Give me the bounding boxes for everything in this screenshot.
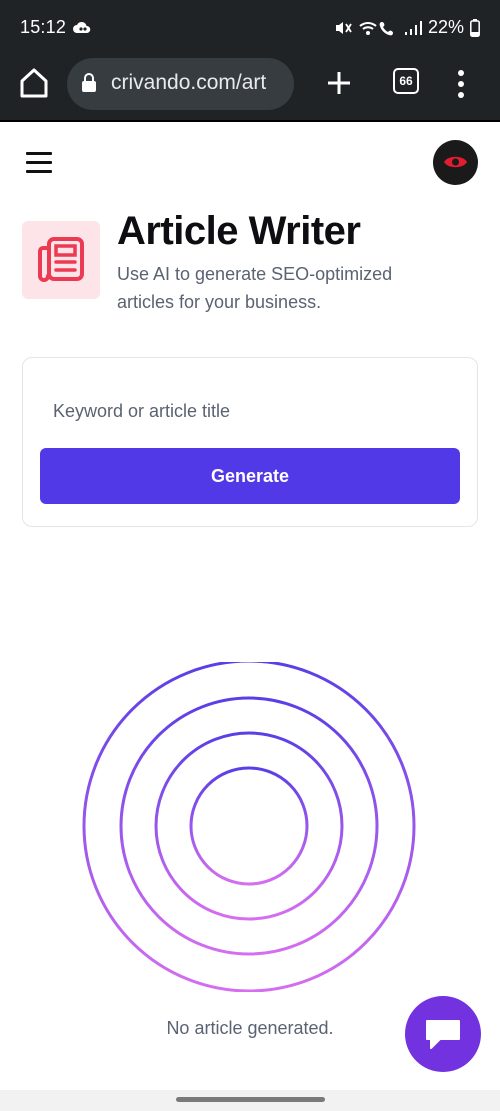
avatar[interactable] — [433, 140, 478, 185]
mute-icon — [334, 19, 352, 37]
home-button[interactable] — [18, 66, 50, 100]
wifi-call-icon — [358, 19, 398, 37]
system-nav-bar — [0, 1090, 500, 1111]
ring-outer — [82, 662, 416, 992]
browser-toolbar: crivando.com/art 66 — [0, 58, 500, 122]
battery-icon — [470, 18, 480, 37]
newspaper-icon — [38, 237, 84, 282]
empty-state-illustration — [82, 662, 416, 992]
generate-form: Generate — [22, 357, 478, 527]
tab-switcher-button[interactable]: 66 — [393, 68, 419, 94]
home-gesture-handle[interactable] — [176, 1097, 325, 1102]
ring-3 — [154, 731, 344, 921]
hamburger-icon[interactable] — [26, 152, 52, 174]
eye-icon — [444, 156, 467, 168]
url-bar[interactable]: crivando.com/art — [67, 58, 294, 110]
status-bar: 15:12 22% — [0, 0, 500, 58]
page-subtitle: Use AI to generate SEO-optimized article… — [117, 264, 393, 312]
generate-button[interactable]: Generate — [40, 448, 460, 504]
status-time: 15:12 — [20, 17, 67, 37]
page-title: Article Writer — [117, 209, 361, 253]
status-icons: 22% — [334, 17, 480, 38]
more-menu-button[interactable] — [450, 67, 472, 101]
battery-text: 22% — [427, 17, 464, 37]
home-icon — [20, 68, 48, 98]
ring-2 — [119, 696, 379, 956]
cloud-icon — [73, 20, 91, 39]
chat-bubble-icon — [426, 1020, 460, 1049]
more-vert-icon — [458, 70, 464, 98]
new-tab-button[interactable] — [322, 66, 356, 100]
signal-icon — [404, 20, 422, 36]
ring-inner — [189, 766, 309, 886]
plus-icon — [328, 72, 350, 94]
lock-icon — [81, 73, 97, 98]
keyword-input[interactable] — [51, 388, 455, 434]
chat-button[interactable] — [405, 996, 481, 1072]
url-text: crivando.com/art — [111, 71, 267, 94]
tool-icon-container — [22, 221, 100, 299]
